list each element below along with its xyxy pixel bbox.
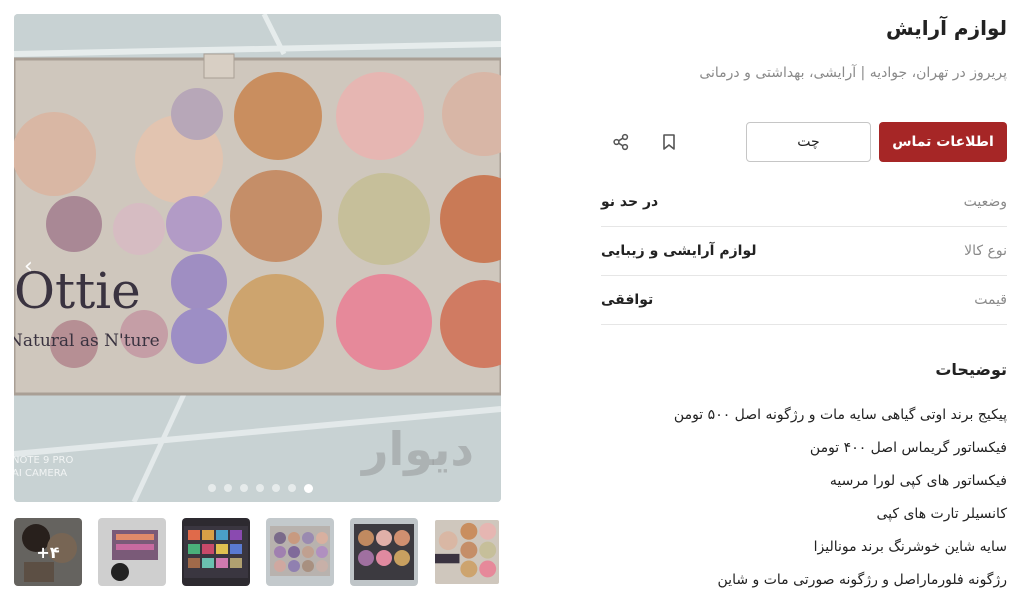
listing-title: لوازم آرایش [885,16,1007,40]
thumbnail-image [435,520,499,584]
gallery-dots [208,483,313,493]
attribute-value: توافقی [601,292,654,308]
thumbnail-more[interactable]: +۴ [14,518,82,586]
gallery-dot-active[interactable] [304,483,313,493]
description-line: فیکساتور گریماس اصل ۴۰۰ تومن [809,440,1007,456]
thumbnail-selected[interactable] [433,518,501,586]
chevron-left-icon[interactable]: ‹ [24,254,33,279]
description-heading: توضیحات [935,360,1007,379]
attribute-key: قیمت [974,292,1007,308]
description-line: رژگونه فلورماراصل و رژگونه صورتی مات و ش… [717,572,1007,588]
thumbnail-image [182,518,250,586]
listing-info: لوازم آرایش پریروز در تهران، جوادیه | آر… [601,0,1007,593]
more-photos-count: +۴ [14,518,82,586]
thumbnail[interactable] [266,518,334,586]
thumbnail[interactable] [182,518,250,586]
description-line: کانسیلر تارت های کپی [876,506,1007,522]
attribute-row-type: نوع کالا لوازم آرایشی و زیبایی [601,227,1007,276]
attribute-key: وضعیت [963,194,1007,210]
gallery-dot[interactable] [272,484,280,492]
thumbnail[interactable] [98,518,166,586]
attribute-row-status: وضعیت در حد نو [601,178,1007,227]
brand-text: Ottie [14,262,141,320]
brand-tagline: Natural as N'ture [14,331,160,351]
attribute-key: نوع کالا [964,243,1007,259]
description-line: پیکیج برند اوتی گیاهی سایه مات و رژگونه … [673,407,1007,423]
attribute-value: در حد نو [601,194,659,210]
gallery-dot[interactable] [256,484,264,492]
description-line: سایه شاین خوشرنگ برند مونالیزا [813,539,1007,555]
share-icon[interactable] [607,128,635,156]
camera-watermark: NOTE 9 PRO AI CAMERA [14,454,73,480]
description-list: پیکیج برند اوتی گیاهی سایه مات و رژگونه … [601,399,1007,593]
thumbnail-strip: +۴ [14,518,501,586]
attribute-row-price: قیمت توافقی [601,276,1007,325]
gallery-dot[interactable] [224,484,232,492]
action-bar: اطلاعات تماس چت [601,122,1007,162]
thumbnail[interactable] [350,518,418,586]
thumbnail-image [350,518,418,586]
contact-info-button[interactable]: اطلاعات تماس [879,122,1007,162]
attribute-list: وضعیت در حد نو نوع کالا لوازم آرایشی و ز… [601,178,1007,325]
description-line: فیکساتور های کپی لورا مرسیه [829,473,1007,489]
gallery-dot[interactable] [208,484,216,492]
gallery-dot[interactable] [240,484,248,492]
main-photo[interactable]: Ottie Natural as N'ture ‹ NOTE 9 PRO AI … [14,14,501,502]
bookmark-icon[interactable] [655,128,683,156]
chat-button[interactable]: چت [746,122,871,162]
thumbnail-image [266,518,334,586]
thumbnail-image [98,518,166,586]
gallery-dot[interactable] [288,484,296,492]
site-watermark: دیوار [362,422,474,476]
attribute-value: لوازم آرایشی و زیبایی [601,243,757,259]
camera-line: AI CAMERA [14,468,68,479]
listing-subtitle: پریروز در تهران، جوادیه | آرایشی، بهداشت… [699,65,1007,81]
camera-line: NOTE 9 PRO [14,455,74,466]
